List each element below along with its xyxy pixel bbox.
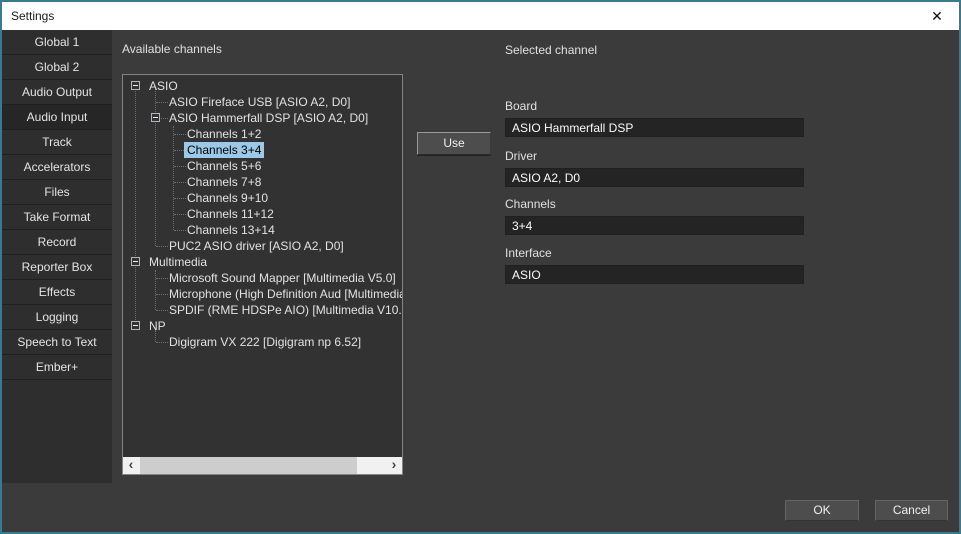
tree-item[interactable]: NP bbox=[123, 318, 402, 334]
tree-item[interactable]: Channels 13+14 bbox=[123, 222, 402, 238]
close-icon[interactable]: ✕ bbox=[921, 2, 953, 30]
available-channels-heading: Available channels bbox=[122, 42, 222, 56]
sidebar-item-speech-to-text[interactable]: Speech to Text bbox=[2, 330, 112, 355]
scroll-right-icon[interactable]: › bbox=[386, 457, 402, 474]
channel-tree: ASIO ASIO Fireface USB [ASIO A2, D0] ASI… bbox=[122, 74, 403, 475]
tree-item[interactable]: Channels 1+2 bbox=[123, 126, 402, 142]
scrollbar-thumb[interactable] bbox=[140, 457, 357, 474]
tree-item[interactable]: Multimedia bbox=[123, 254, 402, 270]
tree-item[interactable]: ASIO Fireface USB [ASIO A2, D0] bbox=[123, 94, 402, 110]
tree-item[interactable]: PUC2 ASIO driver [ASIO A2, D0] bbox=[123, 238, 402, 254]
channels-label: Channels bbox=[505, 197, 804, 211]
title-bar: Settings ✕ bbox=[2, 2, 959, 30]
scroll-left-icon[interactable]: ‹ bbox=[123, 457, 139, 474]
window-title: Settings bbox=[11, 2, 54, 30]
ok-button[interactable]: OK bbox=[785, 500, 859, 521]
collapse-icon[interactable] bbox=[131, 81, 140, 90]
interface-label: Interface bbox=[505, 246, 804, 260]
sidebar-item-take-format[interactable]: Take Format bbox=[2, 205, 112, 230]
tree-item[interactable]: Channels 5+6 bbox=[123, 158, 402, 174]
tree-item[interactable]: ASIO Hammerfall DSP [ASIO A2, D0] bbox=[123, 110, 402, 126]
tree-item[interactable]: ASIO bbox=[123, 78, 402, 94]
tree-item[interactable]: SPDIF (RME HDSPe AIO) [Multimedia V10.0] bbox=[123, 302, 402, 318]
sidebar-item-record[interactable]: Record bbox=[2, 230, 112, 255]
tree-item-selected[interactable]: Channels 3+4 bbox=[123, 142, 402, 158]
driver-field[interactable]: ASIO A2, D0 bbox=[505, 168, 804, 187]
use-button[interactable]: Use bbox=[417, 132, 491, 155]
collapse-icon[interactable] bbox=[151, 113, 160, 122]
sidebar-item-audio-input[interactable]: Audio Input bbox=[2, 105, 112, 130]
tree-item[interactable]: Microsoft Sound Mapper [Multimedia V5.0] bbox=[123, 270, 402, 286]
sidebar-item-logging[interactable]: Logging bbox=[2, 305, 112, 330]
tree-item[interactable]: Channels 9+10 bbox=[123, 190, 402, 206]
driver-label: Driver bbox=[505, 149, 804, 163]
cancel-button[interactable]: Cancel bbox=[875, 500, 948, 521]
channels-group: Channels 3+4 bbox=[505, 197, 804, 235]
sidebar-item-ember[interactable]: Ember+ bbox=[2, 355, 112, 380]
tree-item[interactable]: Microphone (High Definition Aud [Multime… bbox=[123, 286, 402, 302]
collapse-icon[interactable] bbox=[131, 321, 140, 330]
sidebar-item-files[interactable]: Files bbox=[2, 180, 112, 205]
tree-item[interactable]: Channels 11+12 bbox=[123, 206, 402, 222]
tree-item[interactable]: Channels 7+8 bbox=[123, 174, 402, 190]
sidebar-item-track[interactable]: Track bbox=[2, 130, 112, 155]
selected-channel-heading: Selected channel bbox=[505, 43, 597, 57]
channels-field[interactable]: 3+4 bbox=[505, 216, 804, 235]
collapse-icon[interactable] bbox=[131, 257, 140, 266]
settings-window: Settings ✕ Global 1 Global 2 Audio Outpu… bbox=[0, 0, 961, 534]
sidebar-item-reporter-box[interactable]: Reporter Box bbox=[2, 255, 112, 280]
board-group: Board ASIO Hammerfall DSP bbox=[505, 99, 804, 137]
board-field[interactable]: ASIO Hammerfall DSP bbox=[505, 118, 804, 137]
horizontal-scrollbar[interactable]: ‹ › bbox=[123, 457, 402, 474]
sidebar-item-accelerators[interactable]: Accelerators bbox=[2, 155, 112, 180]
driver-group: Driver ASIO A2, D0 bbox=[505, 149, 804, 187]
tree-item[interactable]: Digigram VX 222 [Digigram np 6.52] bbox=[123, 334, 402, 350]
interface-group: Interface ASIO bbox=[505, 246, 804, 284]
interface-field[interactable]: ASIO bbox=[505, 265, 804, 284]
sidebar-item-audio-output[interactable]: Audio Output bbox=[2, 80, 112, 105]
sidebar-item-effects[interactable]: Effects bbox=[2, 280, 112, 305]
sidebar: Global 1 Global 2 Audio Output Audio Inp… bbox=[2, 30, 112, 483]
sidebar-item-global-1[interactable]: Global 1 bbox=[2, 30, 112, 55]
board-label: Board bbox=[505, 99, 804, 113]
sidebar-item-global-2[interactable]: Global 2 bbox=[2, 55, 112, 80]
